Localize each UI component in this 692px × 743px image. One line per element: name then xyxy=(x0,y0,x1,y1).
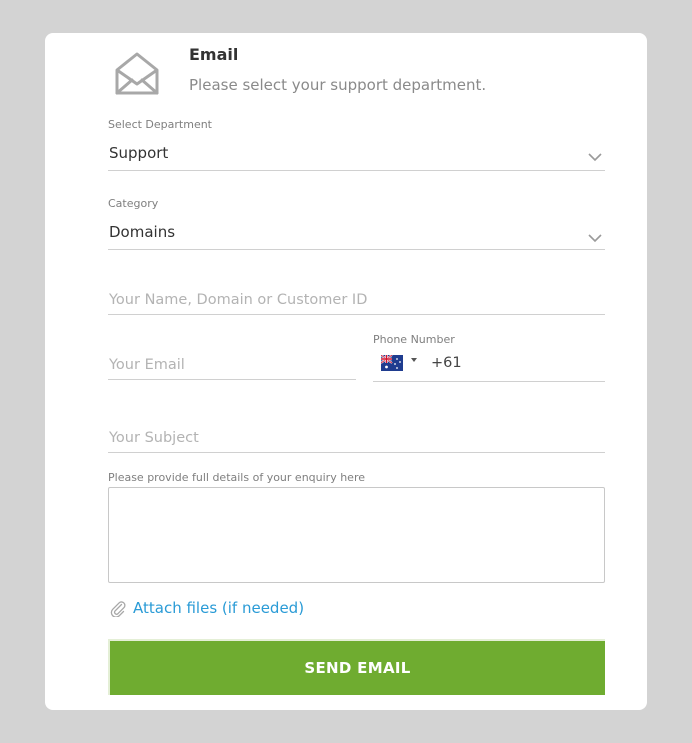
department-select[interactable]: Support xyxy=(108,140,605,171)
form-subtitle: Please select your support department. xyxy=(189,76,487,94)
attach-files-label: Attach files (if needed) xyxy=(133,599,305,617)
category-label: Category xyxy=(108,197,159,210)
department-value: Support xyxy=(109,144,169,162)
phone-number-input[interactable] xyxy=(431,352,601,374)
form-title: Email xyxy=(189,45,239,64)
australia-flag-icon[interactable] xyxy=(380,354,403,371)
country-dropdown-caret-icon[interactable] xyxy=(411,358,417,362)
category-select[interactable]: Domains xyxy=(108,219,605,250)
name-domain-customer-id-input[interactable] xyxy=(108,285,605,315)
phone-label: Phone Number xyxy=(373,333,455,346)
category-value: Domains xyxy=(109,223,176,241)
paperclip-icon xyxy=(109,599,127,618)
send-email-button[interactable]: SEND EMAIL xyxy=(108,639,605,695)
attach-files-link[interactable]: Attach files (if needed) xyxy=(109,599,305,618)
chevron-down-icon xyxy=(587,148,603,162)
email-input[interactable] xyxy=(108,350,356,380)
details-label: Please provide full details of your enqu… xyxy=(108,471,365,484)
envelope-open-icon xyxy=(114,49,160,97)
chevron-down-icon xyxy=(587,229,603,243)
enquiry-details-textarea[interactable] xyxy=(108,487,605,583)
email-form-card: Email Please select your support departm… xyxy=(45,33,647,710)
subject-input[interactable] xyxy=(108,423,605,453)
phone-field xyxy=(373,347,605,382)
department-label: Select Department xyxy=(108,118,212,131)
